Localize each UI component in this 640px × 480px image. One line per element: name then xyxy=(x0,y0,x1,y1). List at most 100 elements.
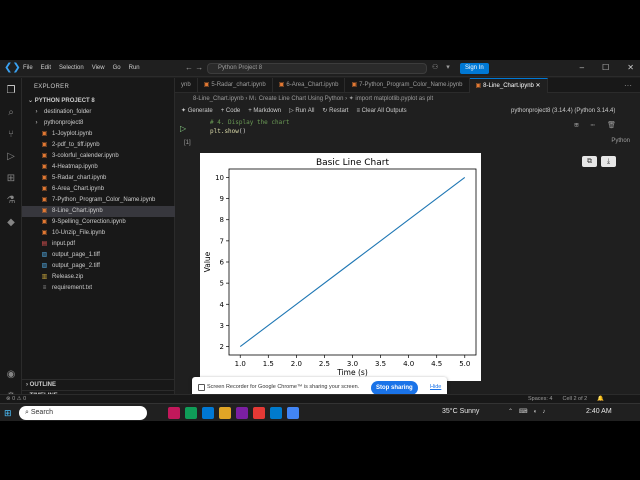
tree-file[interactable]: ≡ requirement.txt xyxy=(22,283,175,294)
close-icon[interactable]: ✕ xyxy=(627,63,634,72)
tree-item-label: output_page_1.tiff xyxy=(52,252,100,258)
y-axis-label: Value xyxy=(203,251,212,272)
y-tick-label: 2 xyxy=(220,343,224,351)
explorer-icon[interactable]: ❐ xyxy=(4,84,18,98)
account-icon[interactable]: ◉ xyxy=(4,368,18,382)
weather-widget[interactable]: 35°C Sunny xyxy=(442,408,479,415)
toolbar-run-all[interactable]: ▷ Run All xyxy=(289,105,314,118)
stop-sharing-button[interactable]: Stop sharing xyxy=(371,381,418,395)
clock[interactable]: 2:40 AM xyxy=(586,408,612,415)
save-output-icon[interactable]: ⤓ xyxy=(601,156,616,167)
app-icon[interactable] xyxy=(236,407,248,419)
app-icon[interactable] xyxy=(168,407,180,419)
tabs-more-icon[interactable]: ··· xyxy=(624,78,632,93)
breadcrumb[interactable]: 8-Line_Chart.ipynb › M↓ Create Line Char… xyxy=(175,94,640,104)
source-control-icon[interactable]: ⑂ xyxy=(4,128,18,142)
tree-file[interactable]: ▣ 3-colorful_calender.ipynb xyxy=(22,151,175,162)
cell-toolbar-icons[interactable]: ⊞ ⋯ 🗑 xyxy=(574,121,620,129)
app-icon[interactable] xyxy=(253,407,265,419)
menu-item-selection[interactable]: Selection xyxy=(59,65,84,71)
tree-file[interactable]: ▨ output_page_1.tiff xyxy=(22,250,175,261)
tab-label: ynb xyxy=(181,82,191,88)
tab-3[interactable]: ▣ 6-Area_Chart.ipynb xyxy=(273,78,346,93)
toolbar-code[interactable]: + Code xyxy=(221,105,241,118)
tree-folder[interactable]: › destination_folder xyxy=(22,107,175,118)
tree-file[interactable]: ▨ output_page_2.tiff xyxy=(22,261,175,272)
toolbar-markdown[interactable]: + Markdown xyxy=(248,105,281,118)
run-cell-icon[interactable]: ▷ xyxy=(180,124,186,133)
tree-file[interactable]: ▥ Release.zip xyxy=(22,272,175,283)
chrome-app-icon[interactable] xyxy=(287,407,299,419)
menu-item-run[interactable]: Run xyxy=(129,65,140,71)
explorer-sidebar: EXPLORER ⌄ PYTHON PROJECT 8 › destination… xyxy=(22,78,175,410)
tree-item-label: 5-Radar_chart.ipynb xyxy=(52,175,107,181)
maximize-icon[interactable]: ☐ xyxy=(602,63,609,72)
x-tick-label: 3.0 xyxy=(347,360,358,368)
windows-start-icon[interactable]: ⊞ xyxy=(4,408,14,418)
vscode-app-icon[interactable] xyxy=(270,407,282,419)
extensions-icon[interactable]: ⊞ xyxy=(4,172,18,186)
notebook-icon: ▣ xyxy=(41,131,48,137)
tree-item-label: output_page_2.tiff xyxy=(52,263,100,269)
menu-item-go[interactable]: Go xyxy=(113,65,121,71)
app-icon[interactable] xyxy=(202,407,214,419)
copy-output-icon[interactable]: ⧉ xyxy=(582,156,597,167)
code-call: plt.show xyxy=(210,128,239,135)
notebook-icon: ▣ xyxy=(475,83,482,89)
code-cell[interactable]: # 4. Display the chart plt.show() ⊞ ⋯ 🗑 … xyxy=(200,118,632,144)
menu-item-file[interactable]: File xyxy=(23,65,33,71)
tree-file[interactable]: ▣ 9-Spelling_Correction.ipynb xyxy=(22,217,175,228)
tree-file[interactable]: ▣ 10-Unzip_File.ipynb xyxy=(22,228,175,239)
search-icon[interactable]: ⌕ xyxy=(4,106,18,120)
tree-file[interactable]: ▣ 1-Joyplot.ipynb xyxy=(22,129,175,140)
image-icon: ▨ xyxy=(41,252,48,258)
menu-item-view[interactable]: View xyxy=(92,65,105,71)
text-icon: ≡ xyxy=(42,285,47,291)
minimize-icon[interactable]: – xyxy=(580,63,584,72)
run-debug-icon[interactable]: ▷ xyxy=(4,150,18,164)
close-tab-icon[interactable]: ✕ xyxy=(536,83,541,89)
toolbar-clear-all-outputs[interactable]: ≡ Clear All Outputs xyxy=(356,105,406,118)
command-center-search[interactable]: Python Project 8 xyxy=(207,63,427,74)
menu-item-edit[interactable]: Edit xyxy=(41,65,51,71)
y-tick-label: 9 xyxy=(220,195,224,203)
tree-file[interactable]: ▤ input.pdf xyxy=(22,239,175,250)
notebook-toolbar: ✦ Generate + Code + Markdown ▷ Run All ↻ Res… xyxy=(175,105,640,118)
python-icon[interactable]: ◆ xyxy=(4,216,18,230)
project-root[interactable]: ⌄ PYTHON PROJECT 8 xyxy=(28,97,95,104)
tree-file[interactable]: ▣ 5-Radar_chart.ipynb xyxy=(22,173,175,184)
tree-folder[interactable]: › pythonproject8 xyxy=(22,118,175,129)
toolbar-label: Clear All Outputs xyxy=(361,108,407,114)
tree-file[interactable]: ▣ 6-Area_Chart.ipynb xyxy=(22,184,175,195)
tree-file[interactable]: ▣ 8-Line_Chart.ipynb xyxy=(22,206,175,217)
tab-4[interactable]: ▣ 7-Python_Program_Color_Name.ipynb xyxy=(345,78,470,93)
kernel-picker[interactable]: pythonproject8 (3.14.4) (Python 3.14.4) xyxy=(511,105,615,118)
taskbar-search[interactable]: ⌕ Search xyxy=(19,406,147,420)
cell-code[interactable]: # 4. Display the chart plt.show() xyxy=(210,118,289,136)
folder-app-icon[interactable] xyxy=(219,407,231,419)
notebook-icon: ▣ xyxy=(41,197,48,203)
tree-file[interactable]: ▣ 2-pdf_to_tiff.ipynb xyxy=(22,140,175,151)
nav-arrows-icon[interactable]: ← → xyxy=(185,63,203,72)
testing-icon[interactable]: ⚗ xyxy=(4,194,18,208)
x-axis-label: Time (s) xyxy=(336,368,368,377)
tab-label: 8-Line_Chart.ipynb xyxy=(483,83,534,89)
section-outline[interactable]: › OUTLINE xyxy=(22,379,175,390)
tree-file[interactable]: ▣ 4-Heatmap.ipynb xyxy=(22,162,175,173)
tab-5[interactable]: ▣ 8-Line_Chart.ipynb ✕ xyxy=(469,78,548,93)
copilot-icon[interactable]: ⚇ ▾ xyxy=(432,63,453,71)
project-name: PYTHON PROJECT 8 xyxy=(34,98,95,104)
system-tray-icons[interactable]: ⌃ ⌨ ◖ ♪ xyxy=(508,408,547,415)
toolbar-restart[interactable]: ↻ Restart xyxy=(322,105,348,118)
hide-notification-link[interactable]: Hide xyxy=(430,384,441,390)
sign-in-button[interactable]: Sign In xyxy=(460,63,489,74)
cell-language[interactable]: Python xyxy=(611,138,630,144)
app-icon[interactable] xyxy=(185,407,197,419)
tab-2[interactable]: ▣ 5-Radar_chart.ipynb xyxy=(198,78,273,93)
tree-item-label: 1-Joyplot.ipynb xyxy=(52,131,93,137)
tab-label: 5-Radar_chart.ipynb xyxy=(211,82,266,88)
tree-file[interactable]: ▣ 7-Python_Program_Color_Name.ipynb xyxy=(22,195,175,206)
tab-1[interactable]: ynb xyxy=(175,78,198,93)
x-tick-label: 4.5 xyxy=(431,360,442,368)
toolbar-generate[interactable]: ✦ Generate xyxy=(181,105,213,118)
